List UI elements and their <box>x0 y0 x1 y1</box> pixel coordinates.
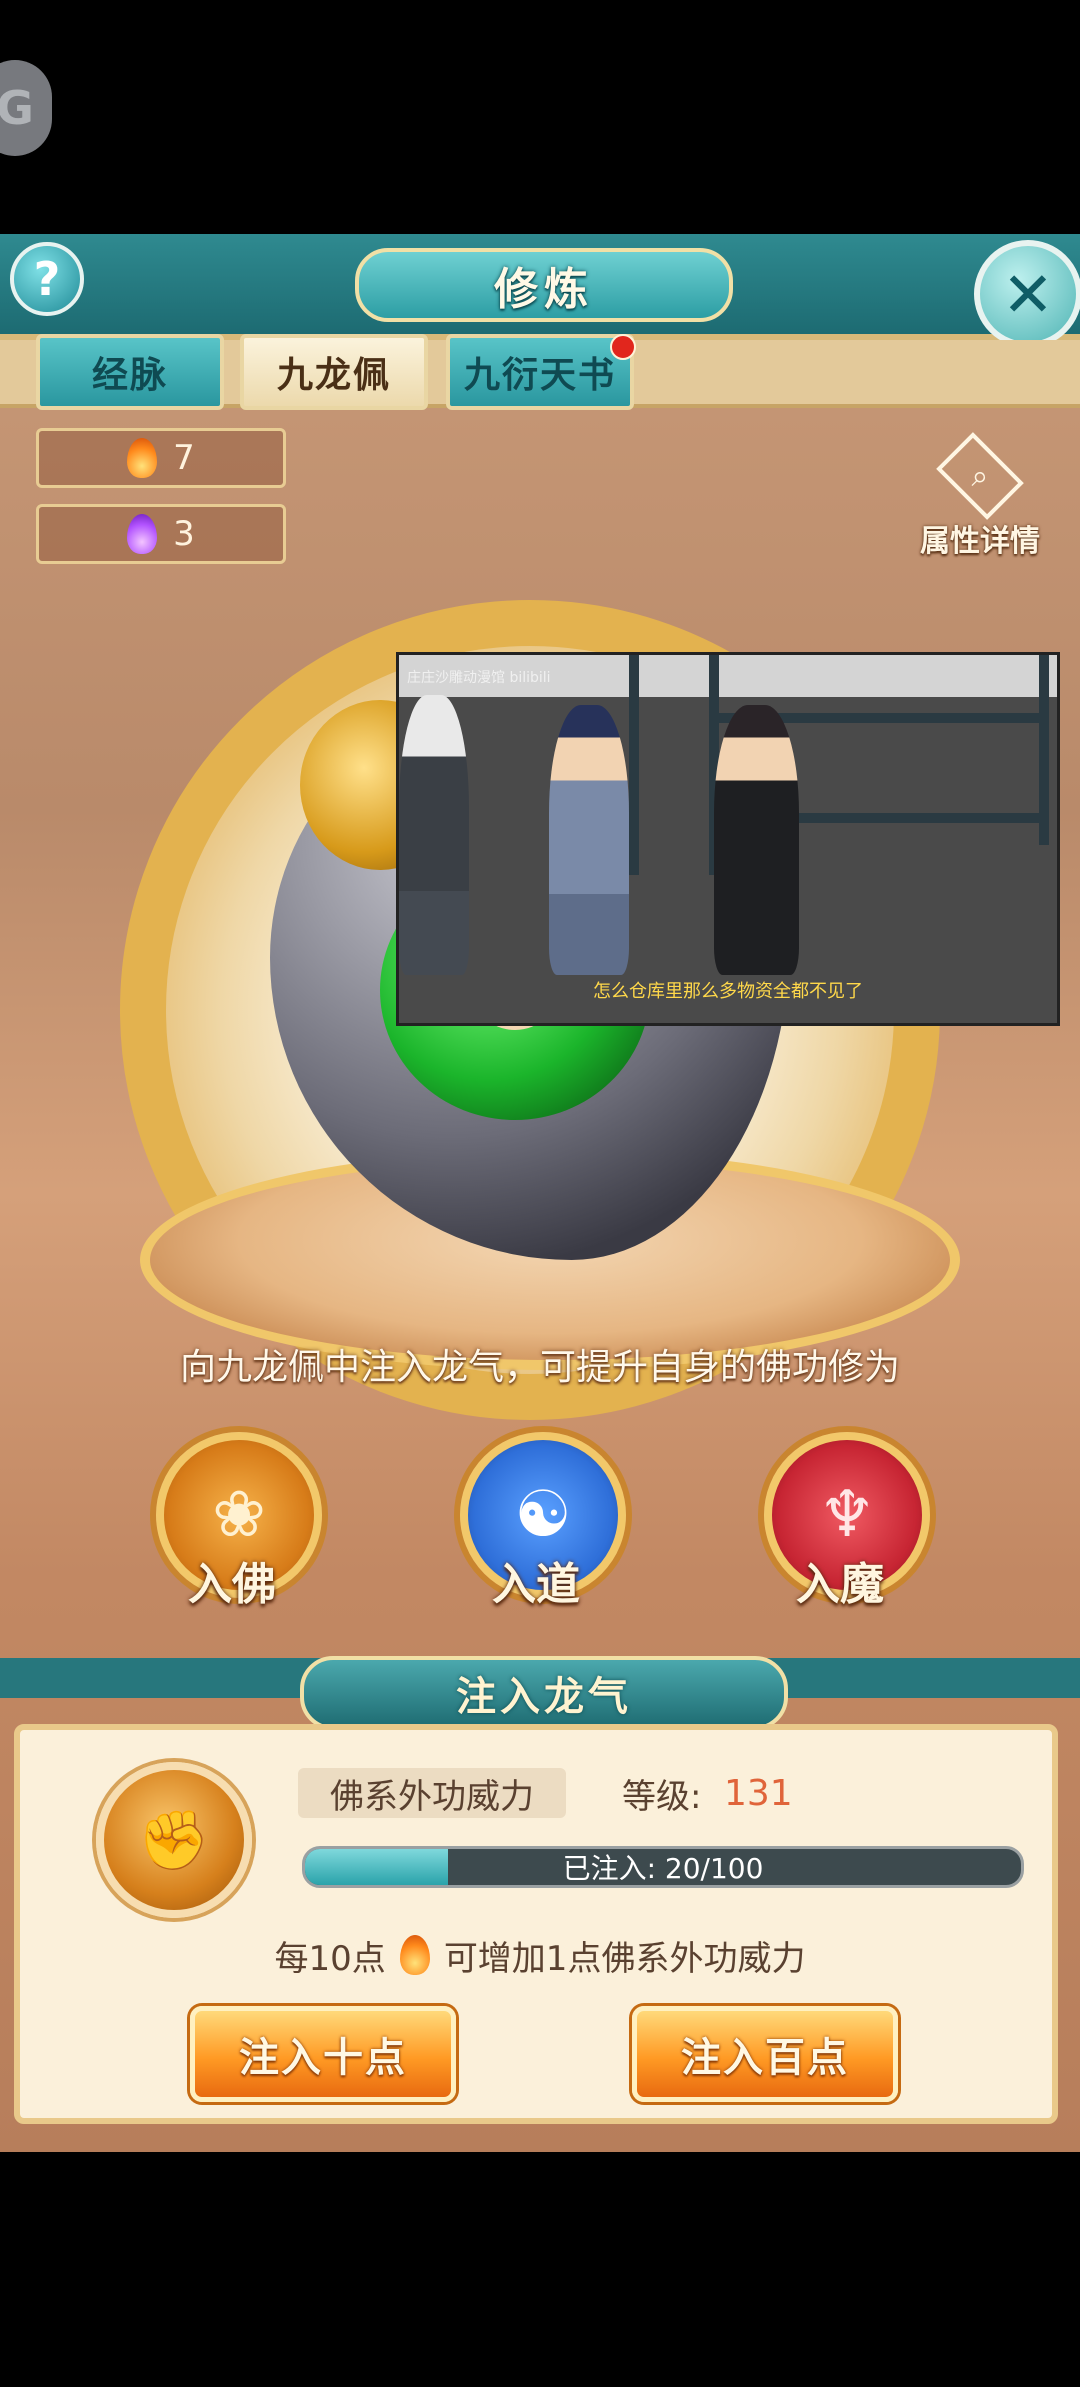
inject-title: 注入龙气 <box>456 1674 632 1720</box>
fire-count: 7 <box>173 438 195 478</box>
video-shelf <box>629 655 639 875</box>
yin-yang-icon: ☯ <box>514 1478 572 1552</box>
purple-flame-icon <box>127 514 158 554</box>
level-value: 131 <box>724 1772 793 1814</box>
fire-icon <box>127 438 158 478</box>
video-character <box>549 705 629 975</box>
path-buddha-label: 入佛 <box>188 1559 276 1610</box>
rate-suffix: 可增加1点佛系外功威力 <box>443 1938 806 1979</box>
purple-resource-counter: 3 <box>36 504 286 564</box>
demon-icon: ♆ <box>818 1478 876 1552</box>
progress-text: 已注入: 20/100 <box>562 1852 764 1885</box>
inject-title-plate: 注入龙气 <box>300 1656 788 1730</box>
path-tao-label: 入道 <box>492 1559 580 1610</box>
title-plate: 修炼 <box>355 248 733 322</box>
fire-resource-counter: 7 <box>36 428 286 488</box>
lotus-icon: ❀ <box>212 1478 266 1552</box>
level-label: 等级: <box>622 1776 702 1817</box>
video-character <box>399 695 469 975</box>
tab-meridian[interactable]: 经脉 <box>36 334 224 410</box>
fist-icon: ✊ <box>96 1762 252 1918</box>
description-text: 向九龙佩中注入龙气，可提升自身的佛功修为 <box>179 1347 900 1388</box>
skill-name: 佛系外功威力 <box>298 1768 566 1818</box>
tab-nine-dragon-pendant[interactable]: 九龙佩 <box>240 334 428 410</box>
inject-hundred-button[interactable]: 注入百点 <box>632 2006 898 2102</box>
video-shelf <box>1039 655 1049 845</box>
rate-info: 每10点 可增加1点佛系外功威力 <box>0 1930 1080 1980</box>
video-overlay[interactable]: 庄庄沙雕动漫馆 bilibili 怎么仓库里那么多物资全都不见了 <box>396 652 1060 1026</box>
video-character <box>714 705 799 975</box>
purple-count: 3 <box>173 514 195 554</box>
notification-badge <box>610 334 636 360</box>
tab-heaven-book[interactable]: 九衍天书 <box>446 334 634 410</box>
attribute-details-label: 属性详情 <box>920 524 1040 559</box>
path-demon-label: 入魔 <box>796 1559 884 1610</box>
fire-icon <box>399 1935 430 1975</box>
inject-ten-button[interactable]: 注入十点 <box>190 2006 456 2102</box>
page-title: 修炼 <box>494 264 594 315</box>
question-icon[interactable]: ? <box>10 242 84 316</box>
video-subtitle: 怎么仓库里那么多物资全都不见了 <box>593 981 863 1002</box>
close-icon[interactable]: ✕ <box>974 240 1080 348</box>
video-watermark: 庄庄沙雕动漫馆 bilibili <box>407 670 551 686</box>
inject-progress-bar: 已注入: 20/100 <box>302 1846 1024 1888</box>
floating-assistant-button[interactable]: G <box>0 60 52 156</box>
attribute-details-button[interactable]: ⌕ 属性详情 <box>900 432 1060 560</box>
rate-prefix: 每10点 <box>274 1938 386 1979</box>
